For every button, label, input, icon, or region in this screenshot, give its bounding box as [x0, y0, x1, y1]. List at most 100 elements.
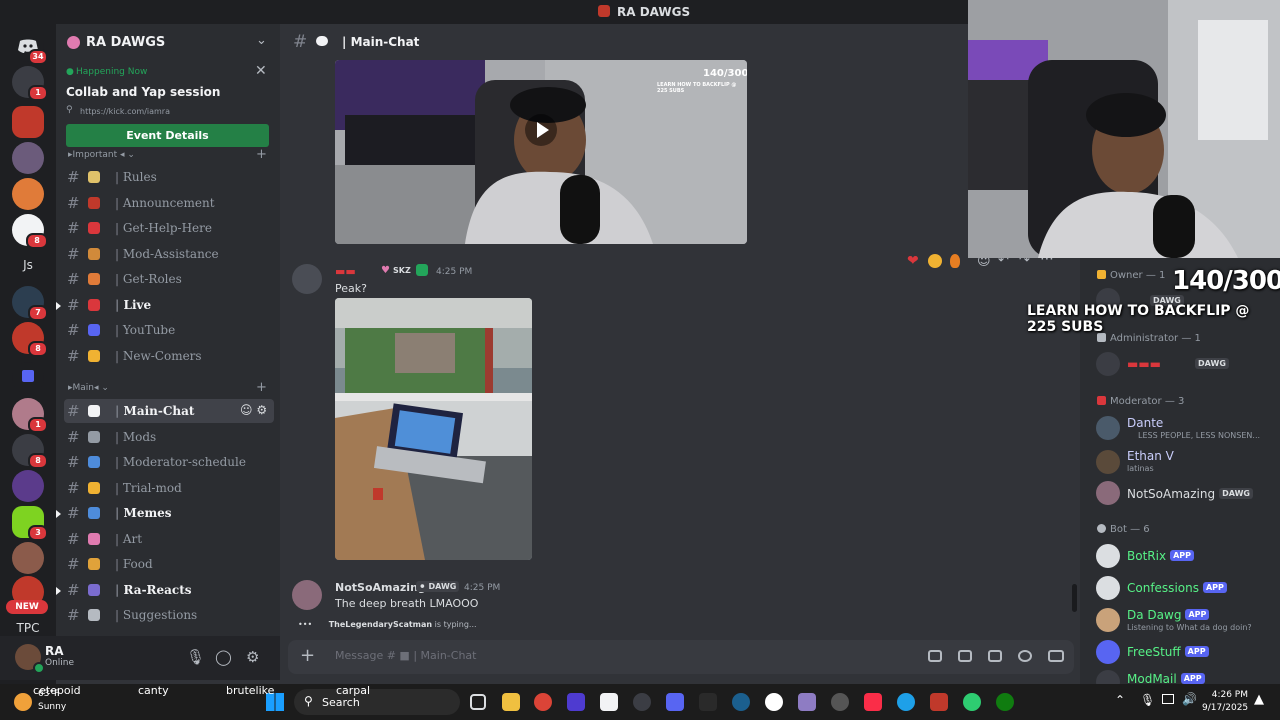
server-icon-11[interactable]: 3	[12, 506, 48, 541]
server-icon-1[interactable]: 1	[12, 66, 48, 101]
app-icon-c[interactable]	[897, 693, 915, 711]
server-tpc[interactable]: TPC	[0, 621, 56, 635]
member-name[interactable]: Confessions APP	[1127, 581, 1227, 595]
home-button[interactable]: 34	[12, 30, 48, 65]
server-icon-10[interactable]	[12, 470, 44, 502]
channel-main-chat[interactable]: # | Main-Chat ☺ ⚙	[64, 399, 274, 423]
event-details-button[interactable]: Event Details	[66, 124, 269, 147]
channel-mod-assistance[interactable]: # | Mod-Assistance	[64, 242, 274, 266]
server-icon-2[interactable]	[12, 106, 44, 138]
server-icon-4[interactable]	[12, 178, 44, 210]
avatar[interactable]	[1096, 416, 1120, 440]
avatar[interactable]	[1096, 481, 1120, 505]
channel-rules[interactable]: # | Rules	[64, 165, 274, 189]
channel-art[interactable]: # | Art	[64, 527, 274, 551]
avatar[interactable]	[292, 580, 322, 610]
channel-settings-icon[interactable]: ☺ ⚙	[240, 403, 267, 417]
close-icon[interactable]: ✕	[255, 63, 267, 79]
image-attachment[interactable]	[335, 298, 532, 560]
capcut-icon[interactable]	[600, 693, 618, 711]
channel-food[interactable]: # | Food	[64, 552, 274, 576]
xbox-icon[interactable]	[996, 693, 1014, 711]
channel-suggestions[interactable]: # | Suggestions	[64, 603, 274, 627]
chrome-icon[interactable]	[534, 693, 552, 711]
channel-ra-reacts[interactable]: # | Ra-Reacts	[56, 578, 274, 602]
member-name[interactable]: NotSoAmazing DAWG	[1127, 487, 1253, 501]
server-icon-3[interactable]	[12, 142, 44, 174]
headphones-icon[interactable]: ◯	[215, 648, 232, 666]
microphone-icon[interactable]: 🎙	[186, 648, 205, 666]
message-author[interactable]: NotSoAmazing	[335, 581, 426, 594]
vegas-icon[interactable]	[567, 693, 585, 711]
epic-games-icon[interactable]	[699, 693, 717, 711]
app-icon-red[interactable]	[930, 693, 948, 711]
avatar[interactable]	[292, 264, 322, 294]
server-icon-12[interactable]	[12, 542, 44, 574]
chevron-up-icon[interactable]: ⌃	[1115, 693, 1125, 707]
channel-get-help-here[interactable]: # | Get-Help-Here	[64, 216, 274, 240]
category-main[interactable]: ▸Main◂ ⌄	[68, 383, 109, 393]
game-icon[interactable]	[798, 693, 816, 711]
message-composer[interactable]: + Message # ■ | Main-Chat	[288, 640, 1074, 674]
obs-icon[interactable]	[633, 693, 651, 711]
channel-mods[interactable]: # | Mods	[64, 425, 274, 449]
add-channel-icon[interactable]: +	[256, 380, 267, 395]
channel-trial-mod[interactable]: # | Trial-mod	[64, 476, 274, 500]
channel-live[interactable]: # | Live	[56, 293, 274, 317]
emoji-icon[interactable]	[1018, 650, 1032, 662]
avatar[interactable]	[1096, 352, 1120, 376]
server-icon-8[interactable]: 1	[12, 398, 48, 433]
steam-icon[interactable]	[732, 693, 750, 711]
app-icon-green[interactable]	[963, 693, 981, 711]
app-icon[interactable]	[765, 693, 783, 711]
member-name[interactable]: BotRix APP	[1127, 549, 1194, 563]
event-link[interactable]: https://kick.com/iamra	[80, 107, 170, 116]
avatar[interactable]	[1096, 450, 1120, 474]
gif-icon[interactable]	[958, 650, 972, 662]
gift-icon[interactable]	[928, 650, 942, 662]
message-author-redacted[interactable]: ▬▬	[335, 265, 356, 278]
notification-icon[interactable]: ▲	[1254, 692, 1264, 707]
channel-announcement[interactable]: # | Announcement	[64, 191, 274, 215]
network-icon[interactable]	[1162, 694, 1174, 704]
folder-icon[interactable]	[12, 362, 44, 394]
itunes-icon[interactable]	[864, 693, 882, 711]
member-name[interactable]: Ethan V	[1127, 449, 1174, 463]
chat-scrollbar[interactable]	[1072, 584, 1077, 612]
file-explorer-icon[interactable]	[502, 693, 520, 711]
server-header[interactable]: RA DAWGS ⌄	[56, 24, 280, 60]
channel-moderator-schedule[interactable]: # | Moderator-schedule	[64, 450, 274, 474]
discord-taskbar-icon[interactable]	[666, 693, 684, 711]
add-channel-icon[interactable]: +	[256, 147, 267, 162]
channel-memes[interactable]: # | Memes	[56, 501, 274, 525]
taskbar-search[interactable]: ⚲ Search	[294, 689, 460, 715]
gear-icon[interactable]: ⚙	[246, 648, 259, 666]
avatar[interactable]	[1096, 576, 1120, 600]
category-important[interactable]: ▸Important ◂ ⌄	[68, 150, 135, 160]
server-icon-5[interactable]: 8	[12, 214, 48, 249]
channel-youtube[interactable]: # | YouTube	[64, 318, 274, 342]
task-view-icon[interactable]	[470, 694, 486, 710]
member-name[interactable]: FreeStuff APP	[1127, 645, 1209, 659]
avatar[interactable]	[1096, 640, 1120, 664]
sticker-icon[interactable]	[988, 650, 1002, 662]
channel-get-roles[interactable]: # | Get-Roles	[64, 267, 274, 291]
server-icon-9[interactable]: 8	[12, 434, 48, 469]
video-embed[interactable]: 140/300 LEARN HOW TO BACKFLIP @ 225 SUBS	[335, 60, 747, 244]
avatar[interactable]	[1096, 608, 1120, 632]
server-js[interactable]: Js	[0, 258, 56, 272]
plus-icon[interactable]: +	[300, 645, 315, 666]
taskbar-clock[interactable]: 4:26 PM 9/17/2025	[1202, 689, 1248, 715]
server-icon-7[interactable]: 8	[12, 322, 48, 357]
avatar[interactable]	[1096, 544, 1120, 568]
member-admin[interactable]: ▬▬▬ DAWG	[1127, 357, 1229, 371]
member-name[interactable]: Dante	[1127, 416, 1163, 430]
channel-new-comers[interactable]: # | New-Comers	[64, 344, 274, 368]
server-icon-6[interactable]: 7	[12, 286, 48, 321]
chevron-down-icon[interactable]: ⌄	[256, 33, 267, 48]
volume-icon[interactable]: 🔊	[1182, 692, 1197, 706]
member-name[interactable]: Da Dawg APP	[1127, 608, 1210, 622]
settings-icon[interactable]	[831, 693, 849, 711]
mic-tray-icon[interactable]: 🎙	[1140, 693, 1155, 707]
gamepad-icon[interactable]	[1048, 650, 1064, 662]
